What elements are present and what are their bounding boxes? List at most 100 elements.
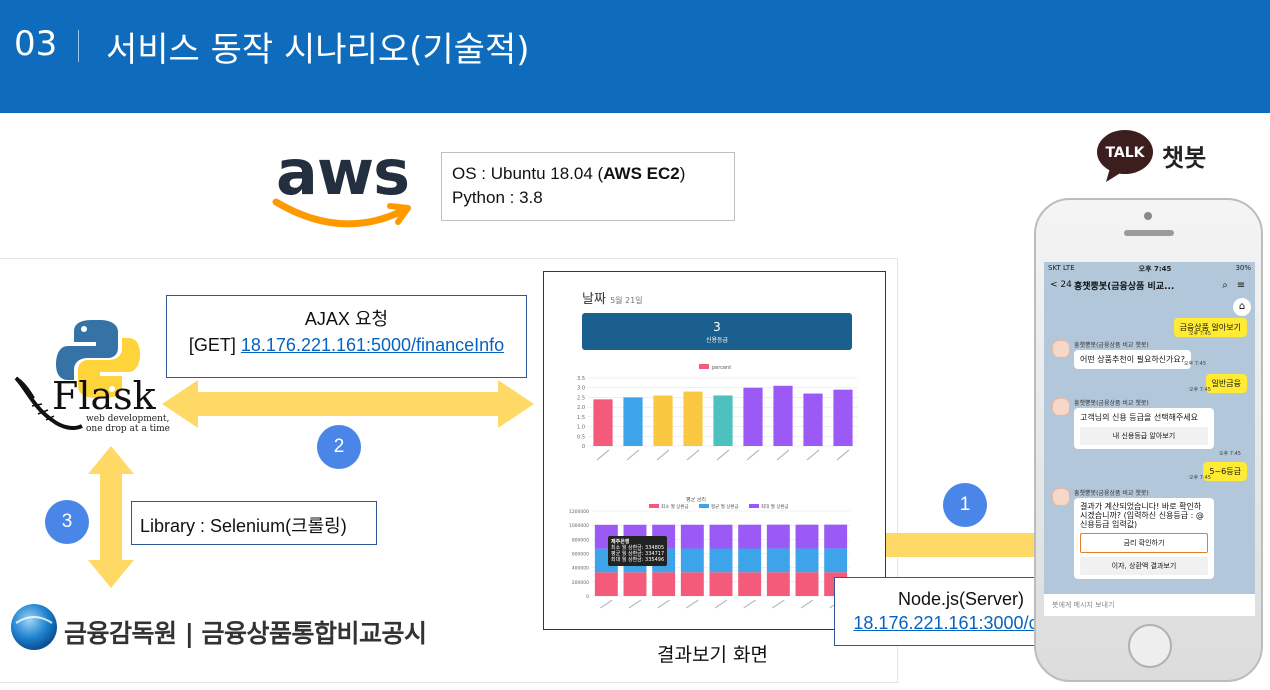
x-tick-label bbox=[800, 599, 814, 609]
bar bbox=[713, 395, 733, 446]
bot-sender-name: 흥챗뿡봇(금융상품 비교 챗봇) bbox=[1074, 400, 1149, 407]
result-date-row: 날짜 5월 21일 bbox=[582, 288, 643, 307]
bar bbox=[683, 391, 703, 446]
check-rate-button[interactable]: 금리 확인하기 bbox=[1080, 533, 1208, 553]
os-close-paren: ) bbox=[679, 164, 686, 183]
bar-segment bbox=[824, 524, 848, 549]
aws-smile-icon bbox=[272, 198, 411, 228]
x-tick-label bbox=[600, 599, 613, 609]
library-box: Library : Selenium(크롤링) bbox=[131, 501, 377, 545]
bar bbox=[623, 397, 643, 446]
legend-label: percent bbox=[712, 365, 731, 371]
message-time: 오후 7:45 bbox=[1188, 387, 1211, 393]
menu-icon[interactable]: ≡ bbox=[1233, 280, 1249, 291]
date-label: 날짜 bbox=[582, 292, 606, 307]
x-tick-label bbox=[743, 599, 756, 609]
y-tick-label: 3.5 bbox=[577, 376, 585, 382]
bar-segment bbox=[709, 548, 733, 573]
check-grade-button[interactable]: 내 신용등급 알아보기 bbox=[1080, 427, 1208, 445]
x-tick-label bbox=[626, 449, 640, 461]
y-tick-label: 1000000 bbox=[569, 523, 589, 529]
result-caption: 결과보기 화면 bbox=[657, 644, 768, 666]
grade-card: 3 신용등급 bbox=[582, 313, 852, 350]
step-2-circle: 2 bbox=[317, 425, 361, 469]
bar bbox=[803, 393, 823, 446]
ajax-method: [GET] bbox=[188, 335, 241, 355]
bar bbox=[833, 389, 853, 446]
back-button[interactable]: < 24 bbox=[1050, 280, 1074, 290]
status-carrier: SKT LTE bbox=[1048, 264, 1075, 272]
home-icon[interactable]: ⌂ bbox=[1233, 298, 1251, 316]
bot-message: 어떤 상품추천이 필요하신가요? bbox=[1074, 350, 1192, 369]
kakaotalk-icon: TALK bbox=[1097, 130, 1153, 182]
bar-segment bbox=[680, 524, 704, 549]
x-tick-label bbox=[776, 449, 790, 461]
status-time: 오후 7:45 bbox=[1138, 265, 1172, 273]
grade-label: 신용등급 bbox=[705, 337, 729, 344]
bar-segment bbox=[766, 548, 790, 573]
ajax-url-link[interactable]: 18.176.221.161:5000/financeInfo bbox=[241, 335, 504, 355]
bar-segment bbox=[680, 572, 704, 596]
bar bbox=[653, 395, 673, 446]
x-tick-label bbox=[657, 599, 670, 609]
y-tick-label: 0.5 bbox=[577, 434, 585, 440]
phone-home-button[interactable] bbox=[1128, 624, 1172, 668]
y-tick-label: 600000 bbox=[572, 552, 589, 558]
fss-globe-icon bbox=[11, 604, 57, 650]
bar-segment bbox=[680, 548, 704, 573]
percent-bar-chart: percent 0 0.5 1.0 1.5 2.0 2.5 3.0 3.5 bbox=[577, 364, 858, 461]
bar-segment bbox=[709, 524, 733, 549]
python-version: Python : 3.8 bbox=[452, 188, 543, 207]
status-battery: 30% bbox=[1235, 264, 1251, 272]
bot-sender-name: 흥챗뿡봇(금융상품 비교 챗봇) bbox=[1074, 490, 1149, 497]
search-icon[interactable]: ⌕ bbox=[1217, 280, 1233, 291]
legend-swatch bbox=[699, 364, 709, 369]
os-info-box: OS : Ubuntu 18.04 (AWS EC2) Python : 3.8 bbox=[441, 152, 735, 221]
bar-segment bbox=[738, 572, 762, 596]
y-tick-label: 800000 bbox=[572, 537, 589, 543]
x-tick-label bbox=[686, 599, 699, 609]
bar-segment bbox=[594, 572, 618, 596]
bar-segment bbox=[766, 572, 790, 596]
bot-message-card: 고객님의 신용 등급을 선택해주세요 내 신용등급 알아보기 bbox=[1074, 408, 1214, 449]
x-tick-label bbox=[836, 449, 850, 461]
message-time: 오후 7:45 bbox=[1188, 331, 1211, 337]
repayment-result-button[interactable]: 이자, 상환액 결과보기 bbox=[1080, 557, 1208, 575]
fss-wordmark: 금융감독원 | 금융상품통합비교공시 bbox=[64, 619, 427, 648]
y-tick-label: 2.0 bbox=[577, 405, 585, 411]
phone-speaker bbox=[1124, 230, 1174, 236]
bot-avatar bbox=[1052, 488, 1070, 506]
bar bbox=[773, 385, 793, 446]
chatbot-label: 챗봇 bbox=[1162, 144, 1207, 172]
chat-screen: SKT LTE 오후 7:45 30% < 24 흥챗뿡봇(금융상품 비교...… bbox=[1044, 262, 1255, 616]
y-tick-label: 200000 bbox=[572, 580, 589, 586]
status-bar: SKT LTE 오후 7:45 30% bbox=[1044, 262, 1255, 274]
y-tick-label: 1.5 bbox=[577, 415, 585, 421]
header-bar: 03 서비스 동작 시나리오(기술적) bbox=[0, 0, 1270, 113]
y-tick-label: 3.0 bbox=[577, 386, 585, 392]
section-number: 03 bbox=[14, 24, 58, 64]
x-tick-label bbox=[806, 449, 820, 461]
talk-badge-text: TALK bbox=[1105, 145, 1145, 161]
os-emphasis: AWS EC2 bbox=[603, 164, 680, 183]
y-tick-label: 0 bbox=[582, 444, 585, 450]
bot-sender-name: 흥챗뿡봇(금융상품 비교 챗봇) bbox=[1074, 342, 1149, 349]
x-tick-label bbox=[714, 599, 728, 609]
legend-label: 최대 월 상환금 bbox=[761, 503, 789, 510]
step-3-circle: 3 bbox=[45, 500, 89, 544]
phone-camera bbox=[1144, 212, 1152, 220]
repayment-stacked-chart: 평균 금리최소 월 상환금 평균 월 상환금 최대 월 상환금 0 200000 4000… bbox=[569, 497, 850, 609]
message-input[interactable]: 봇에게 메시지 보내기 bbox=[1044, 594, 1255, 616]
x-tick-label bbox=[716, 449, 730, 461]
bar-segment bbox=[652, 572, 676, 596]
header-divider bbox=[78, 30, 79, 62]
os-label: OS : Ubuntu 18.04 ( bbox=[452, 164, 604, 183]
bar-segment bbox=[795, 524, 819, 549]
chart-subtitle: 평균 금리 bbox=[686, 497, 706, 503]
bar-segment bbox=[738, 524, 762, 549]
message-list: ⌂ 금융상품 알아보기 오후 7:45 흥챗뿡봇(금융상품 비교 챗봇) 어떤 … bbox=[1044, 296, 1255, 596]
x-tick-label bbox=[628, 599, 642, 609]
message-time: 오후 7:45 bbox=[1188, 475, 1211, 481]
bar bbox=[743, 387, 763, 446]
legend-label: 최소 월 상환금 bbox=[661, 503, 689, 510]
